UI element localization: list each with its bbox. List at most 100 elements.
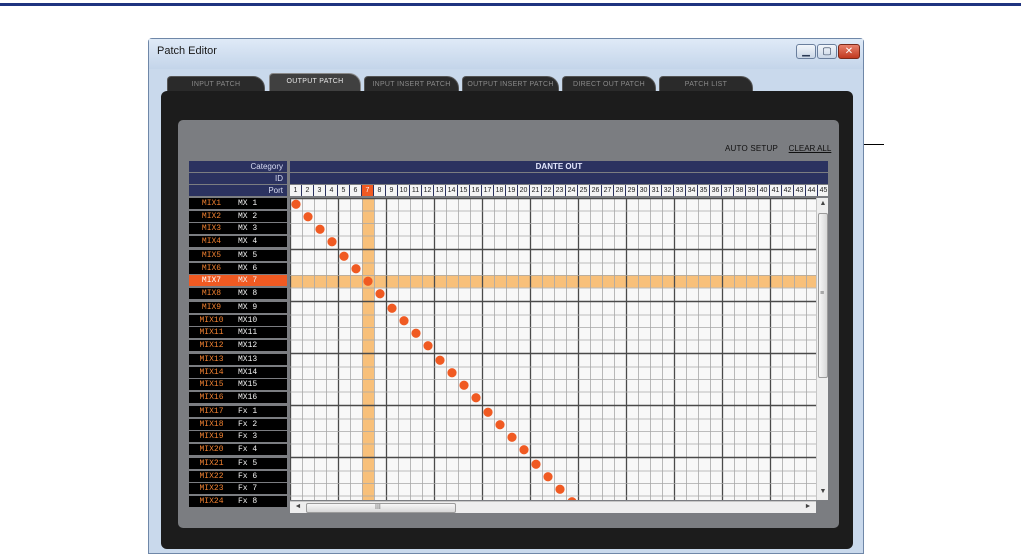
channel-row-label[interactable]: MIX12 MX12 <box>189 339 287 351</box>
vertical-scroll-thumb[interactable]: ≡ <box>818 213 828 378</box>
close-button[interactable]: ✕ <box>838 44 860 59</box>
channel-category: MIX9 <box>201 303 222 312</box>
channel-row-label[interactable]: MIX19 Fx 3 <box>189 431 287 442</box>
patch-grid[interactable] <box>290 198 816 500</box>
channel-row-label[interactable]: MIX15 MX15 <box>189 379 287 390</box>
channel-category: MIX23 <box>199 484 224 493</box>
scroll-left-icon[interactable]: ◄ <box>292 503 304 510</box>
channel-row-label[interactable]: MIX6 MX 6 <box>189 262 287 274</box>
channel-name: MX 7 <box>238 276 258 285</box>
channel-row-label[interactable]: MIX1 MX 1 <box>189 198 287 209</box>
channel-row-label[interactable]: MIX4 MX 4 <box>189 235 287 247</box>
channel-name: MX 3 <box>238 224 258 233</box>
patch-point-dot <box>435 355 445 365</box>
channel-category: MIX13 <box>199 355 224 364</box>
maximize-button[interactable]: ▢ <box>817 44 837 59</box>
channel-row-label[interactable]: MIX5 MX 5 <box>189 250 287 261</box>
channel-category: MIX3 <box>201 224 222 233</box>
port-number-6: 6 <box>350 185 361 196</box>
patch-point-dot <box>303 212 313 222</box>
vertical-scrollbar[interactable]: ▲ ≡ ▼ <box>816 198 828 500</box>
channel-name: Fx 8 <box>238 496 258 506</box>
tab-patch-list[interactable]: PATCH LIST <box>659 76 753 91</box>
channel-row-label[interactable]: MIX18 Fx 2 <box>189 418 287 430</box>
channel-row-label[interactable]: MIX16 MX16 <box>189 391 287 403</box>
port-number-45: 45 <box>818 185 828 196</box>
port-number-8: 8 <box>374 185 385 196</box>
horizontal-grip-icon: III <box>375 504 381 511</box>
port-number-25: 25 <box>578 185 589 196</box>
patch-point-dot <box>447 368 457 378</box>
channel-row-label[interactable]: MIX20 Fx 4 <box>189 443 287 455</box>
channel-row-label[interactable]: MIX14 MX14 <box>189 366 287 378</box>
channel-row-label[interactable]: MIX2 MX 2 <box>189 210 287 222</box>
tab-input-insert-patch[interactable]: INPUT INSERT PATCH <box>364 76 459 91</box>
port-number-26: 26 <box>590 185 601 196</box>
clear-all-button[interactable]: CLEAR ALL <box>782 143 838 154</box>
channel-category: MIX20 <box>199 444 224 454</box>
channel-name: MX12 <box>238 340 258 350</box>
vertical-grip-icon: ≡ <box>820 290 825 297</box>
port-number-19: 19 <box>506 185 517 196</box>
port-number-16: 16 <box>470 185 481 196</box>
patch-point-dot <box>399 316 409 326</box>
tab-output-insert-patch[interactable]: OUTPUT INSERT PATCH <box>462 76 559 91</box>
channel-row-label[interactable]: MIX10 MX10 <box>189 314 287 326</box>
channel-category: MIX22 <box>199 471 224 481</box>
tab-direct-out-patch[interactable]: DIRECT OUT PATCH <box>562 76 656 91</box>
scroll-right-icon[interactable]: ► <box>802 503 814 510</box>
patch-point-dot <box>519 445 529 455</box>
patch-point-dot <box>543 472 553 482</box>
top-rule <box>0 3 1021 6</box>
channel-name: MX10 <box>238 315 258 325</box>
port-number-40: 40 <box>758 185 769 196</box>
channel-row-label[interactable]: MIX9 MX 9 <box>189 302 287 313</box>
minimize-button[interactable]: ▁ <box>796 44 816 59</box>
port-number-44: 44 <box>806 185 817 196</box>
patch-point-dot <box>291 199 301 209</box>
title-bar: Patch Editor ▁ ▢ ✕ <box>149 39 863 69</box>
port-number-24: 24 <box>566 185 577 196</box>
destination-header: DANTE OUT <box>290 161 828 172</box>
horizontal-scroll-thumb[interactable]: III <box>306 503 456 513</box>
id-header-bar <box>290 173 828 184</box>
port-number-31: 31 <box>650 185 661 196</box>
port-number-30: 30 <box>638 185 649 196</box>
port-number-35: 35 <box>698 185 709 196</box>
channel-row-label[interactable]: MIX8 MX 8 <box>189 287 287 299</box>
channel-category: MIX7 <box>201 276 222 285</box>
port-number-3: 3 <box>314 185 325 196</box>
channel-row-label[interactable]: MIX3 MX 3 <box>189 223 287 234</box>
horizontal-scrollbar[interactable]: ◄ III ► <box>290 501 816 513</box>
scroll-up-icon[interactable]: ▲ <box>817 200 829 207</box>
channel-name: Fx 4 <box>238 444 258 454</box>
channel-name: MX15 <box>238 380 258 389</box>
port-number-17: 17 <box>482 185 493 196</box>
patch-point-dot <box>471 393 481 403</box>
channel-row-label[interactable]: MIX23 Fx 7 <box>189 483 287 494</box>
channel-row-label[interactable]: MIX11 MX11 <box>189 327 287 338</box>
selected-column-highlight <box>362 198 374 500</box>
scroll-down-icon[interactable]: ▼ <box>817 488 829 495</box>
channel-category: MIX12 <box>199 340 224 350</box>
channel-category: MIX5 <box>201 251 222 260</box>
patch-grid-svg[interactable] <box>290 198 816 500</box>
auto-setup-button[interactable]: AUTO SETUP <box>725 144 778 153</box>
channel-row-label[interactable]: MIX17 Fx 1 <box>189 406 287 417</box>
header-category-label: Category <box>189 161 287 172</box>
channel-row-label[interactable]: MIX13 MX13 <box>189 354 287 365</box>
port-number-7: 7 <box>362 185 373 196</box>
channel-row-label[interactable]: MIX21 Fx 5 <box>189 458 287 469</box>
tab-input-patch[interactable]: INPUT PATCH <box>167 76 265 91</box>
channel-row-label[interactable]: MIX7 MX 7 <box>189 275 287 286</box>
port-number-13: 13 <box>434 185 445 196</box>
channel-row-label[interactable]: MIX22 Fx 6 <box>189 470 287 482</box>
tab-output-patch[interactable]: OUTPUT PATCH <box>269 73 361 92</box>
channel-row-label[interactable]: MIX24 Fx 8 <box>189 495 287 507</box>
channel-name: MX13 <box>238 355 258 364</box>
port-number-5: 5 <box>338 185 349 196</box>
channel-category: MIX21 <box>199 459 224 468</box>
patch-point-dot <box>555 484 565 494</box>
channel-category: MIX17 <box>199 407 224 416</box>
port-number-29: 29 <box>626 185 637 196</box>
